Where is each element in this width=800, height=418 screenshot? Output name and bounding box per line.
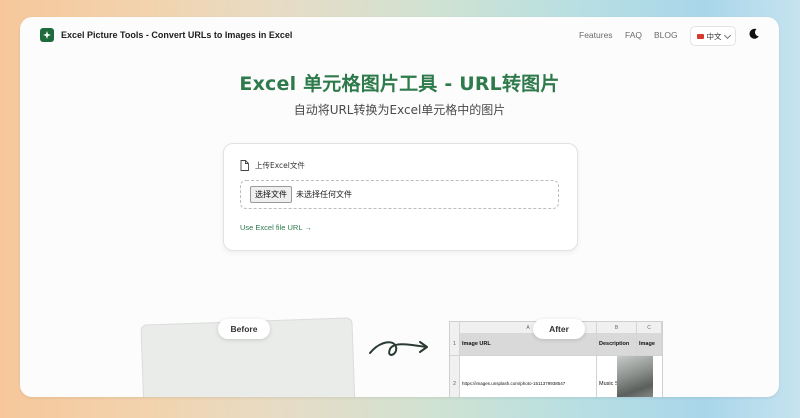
moon-icon[interactable] [747,27,761,41]
corner-cell [450,322,460,333]
page-title: Excel 单元格图片工具 - URL转图片 [239,73,560,95]
main-card: Excel Picture Tools - Convert URLs to Im… [20,17,779,397]
arrow-right-icon [369,341,428,356]
choose-file-button[interactable]: 选择文件 [250,186,292,203]
studio-photo-thumbnail [617,356,653,397]
nav-features[interactable]: Features [579,28,613,42]
china-flag-icon [696,33,704,39]
upload-label: 上传Excel文件 [255,161,305,170]
row-number: 1 [450,333,460,356]
nav-blog[interactable]: BLOG [654,28,678,42]
header-cell-description: Description [597,333,637,356]
after-label: After [533,319,585,339]
upload-card: 上传Excel文件 选择文件 未选择任何文件 Use Excel file UR… [223,143,578,251]
url-cell: https://images.unsplash.com/photo-151137… [460,356,597,397]
upload-header: 上传Excel文件 [240,160,305,171]
page-subtitle: 自动将URL转换为Excel单元格中的图片 [293,103,506,117]
before-label: Before [218,319,270,339]
file-icon [240,160,249,171]
top-header: Excel Picture Tools - Convert URLs to Im… [20,17,779,53]
language-selector[interactable]: 中文 [690,26,736,46]
app-logo-icon[interactable] [40,28,54,42]
row-number: 2 [450,356,460,397]
column-header-c: C [637,322,662,333]
chevron-down-icon [723,31,731,39]
excel-url-link[interactable]: Use Excel file URL → [240,223,312,232]
header-cell-image: Image [637,333,662,356]
file-dropzone[interactable]: 选择文件 未选择任何文件 [240,180,559,209]
brand-title[interactable]: Excel Picture Tools - Convert URLs to Im… [61,28,292,42]
language-label: 中文 [706,31,722,41]
nav-faq[interactable]: FAQ [625,28,642,42]
no-file-text: 未选择任何文件 [296,190,352,199]
column-header-b: B [597,322,637,333]
